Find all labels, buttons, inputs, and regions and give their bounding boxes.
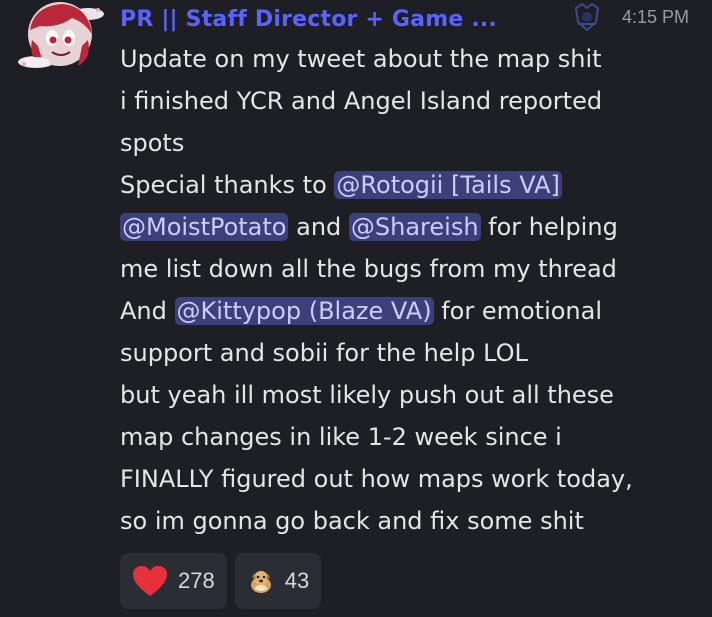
- message-text: FINALLY figured out how maps work today,: [120, 465, 633, 493]
- timestamp: 4:15 PM: [622, 7, 690, 27]
- reaction-count: 43: [284, 568, 310, 593]
- message-line: @MoistPotato and @Shareish for helping: [120, 206, 700, 248]
- message-text: so im gonna go back and fix some shit: [120, 507, 584, 535]
- message-text: and: [288, 213, 349, 241]
- message-content: Update on my tweet about the map shit i f…: [120, 38, 700, 542]
- avatar[interactable]: [14, 0, 106, 74]
- message-line: so im gonna go back and fix some shit: [120, 500, 700, 542]
- username[interactable]: PR || Staff Director + Game ...: [120, 7, 497, 32]
- user-mention[interactable]: @Shareish: [348, 213, 481, 241]
- guild-tag-icon[interactable]: [572, 2, 602, 32]
- user-mention[interactable]: @Kittypop (Blaze VA): [174, 297, 434, 325]
- message-text: Special thanks to: [120, 171, 335, 199]
- heart-icon: [132, 565, 168, 597]
- reaction-button[interactable]: 43: [234, 553, 322, 609]
- message-text: spots: [120, 129, 185, 157]
- message-text: And: [120, 297, 175, 325]
- message-text: but yeah ill most likely push out all th…: [120, 381, 614, 409]
- message-text: Update on my tweet about the map shit: [120, 45, 602, 73]
- reaction-button[interactable]: 278: [120, 553, 227, 609]
- message-line: FINALLY figured out how maps work today,: [120, 458, 700, 500]
- user-mention[interactable]: @MoistPotato: [120, 213, 289, 241]
- message-text: me list down all the bugs from my thread: [120, 255, 617, 283]
- reaction-count: 278: [178, 568, 215, 593]
- message-line: And @Kittypop (Blaze VA) for emotional: [120, 290, 700, 332]
- message-line: map changes in like 1-2 week since i: [120, 416, 700, 458]
- message-text: i finished YCR and Angel Island reported: [120, 87, 603, 115]
- message-line: i finished YCR and Angel Island reported: [120, 80, 700, 122]
- message-line: but yeah ill most likely push out all th…: [120, 374, 700, 416]
- message-text: for helping: [480, 213, 618, 241]
- message-line: support and sobii for the help LOL: [120, 332, 700, 374]
- user-mention[interactable]: @Rotogii [Tails VA]: [334, 171, 562, 199]
- message-line: Special thanks to @Rotogii [Tails VA]: [120, 164, 700, 206]
- message-header: PR || Staff Director + Game ... 4:15 PM: [120, 2, 700, 36]
- dog-emoji-icon: [247, 567, 275, 595]
- message-text: for emotional: [433, 297, 603, 325]
- message-line: Update on my tweet about the map shit: [120, 38, 700, 80]
- message-text: support and sobii for the help LOL: [120, 339, 528, 367]
- message-line: me list down all the bugs from my thread: [120, 248, 700, 290]
- message-text: map changes in like 1-2 week since i: [120, 423, 562, 451]
- message-line: spots: [120, 122, 700, 164]
- reaction-bar: 278 43: [120, 553, 322, 609]
